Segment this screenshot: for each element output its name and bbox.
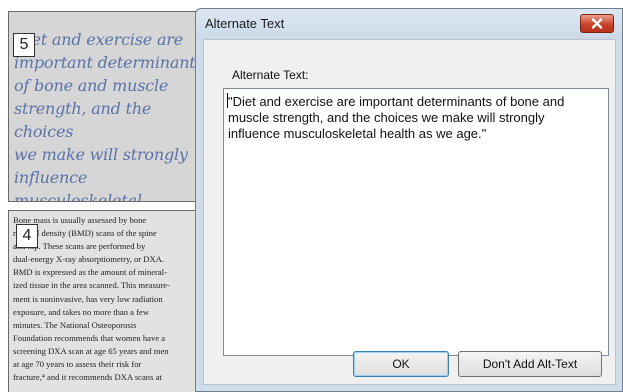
pullquote-tag-number: 5 (13, 33, 35, 57)
body-paragraph: Bone mass is usually assessed by bone mi… (13, 215, 170, 383)
text-caret (227, 93, 228, 108)
dialog-title: Alternate Text (205, 16, 285, 31)
dialog-client-area: Alternate Text: "Diet and exercise are i… (203, 39, 616, 385)
document-page: Diet and exercise are important determin… (0, 0, 210, 392)
alternate-text-dialog: Alternate Text Alternate Text: "Diet and… (195, 8, 623, 392)
close-icon (591, 18, 603, 29)
body-text-tagged-region[interactable]: Bone mass is usually assessed by bone mi… (8, 210, 210, 392)
ok-button[interactable]: OK (353, 351, 449, 377)
pullquote-text: Diet and exercise are important determin… (14, 30, 204, 202)
alternate-text-input[interactable]: "Diet and exercise are important determi… (223, 88, 609, 356)
body-tag-number: 4 (16, 224, 38, 248)
close-button[interactable] (580, 14, 614, 33)
dont-add-alt-text-button[interactable]: Don't Add Alt-Text (458, 351, 602, 377)
alternate-text-label: Alternate Text: (232, 68, 309, 82)
dialog-title-bar[interactable]: Alternate Text (196, 9, 622, 39)
pullquote-tagged-region[interactable]: Diet and exercise are important determin… (8, 11, 210, 202)
